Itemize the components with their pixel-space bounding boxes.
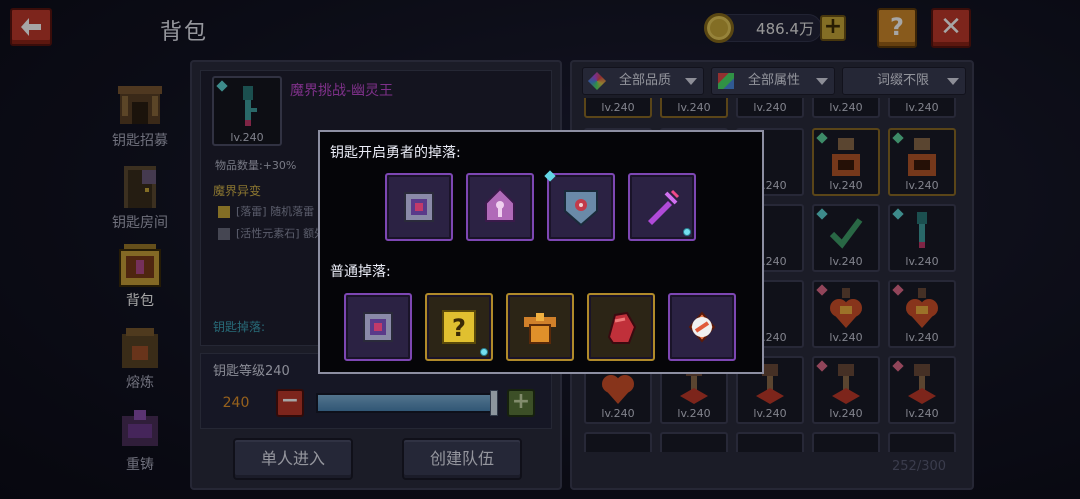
normal-drops-title: 普通掉落: bbox=[330, 264, 391, 280]
hero-drop-item[interactable] bbox=[466, 173, 534, 241]
normal-drop-item[interactable] bbox=[668, 293, 736, 361]
hero-drops-title: 钥匙开启勇者的掉落: bbox=[330, 145, 461, 161]
sword-icon bbox=[648, 189, 680, 225]
key-gem-icon bbox=[485, 187, 515, 222]
armor-icon bbox=[524, 313, 556, 344]
normal-drop-item[interactable] bbox=[506, 293, 574, 361]
normal-drop-item[interactable]: ? bbox=[425, 293, 493, 361]
shield-icon bbox=[564, 190, 598, 227]
gauntlet-icon bbox=[607, 311, 637, 344]
shield-plate-icon bbox=[404, 192, 434, 222]
enhanced-dot-icon bbox=[480, 348, 488, 356]
normal-drop-item[interactable] bbox=[587, 293, 655, 361]
hero-drop-item[interactable] bbox=[544, 170, 615, 241]
svg-text:?: ? bbox=[452, 314, 466, 342]
hero-drop-item[interactable] bbox=[628, 173, 696, 241]
gem-icon bbox=[688, 311, 716, 343]
enhanced-dot-icon bbox=[683, 228, 691, 236]
normal-drop-item[interactable] bbox=[344, 293, 412, 361]
shield-plate-icon bbox=[363, 312, 393, 342]
hero-drop-item[interactable] bbox=[385, 173, 453, 241]
mystery-box-icon: ? bbox=[442, 310, 476, 344]
